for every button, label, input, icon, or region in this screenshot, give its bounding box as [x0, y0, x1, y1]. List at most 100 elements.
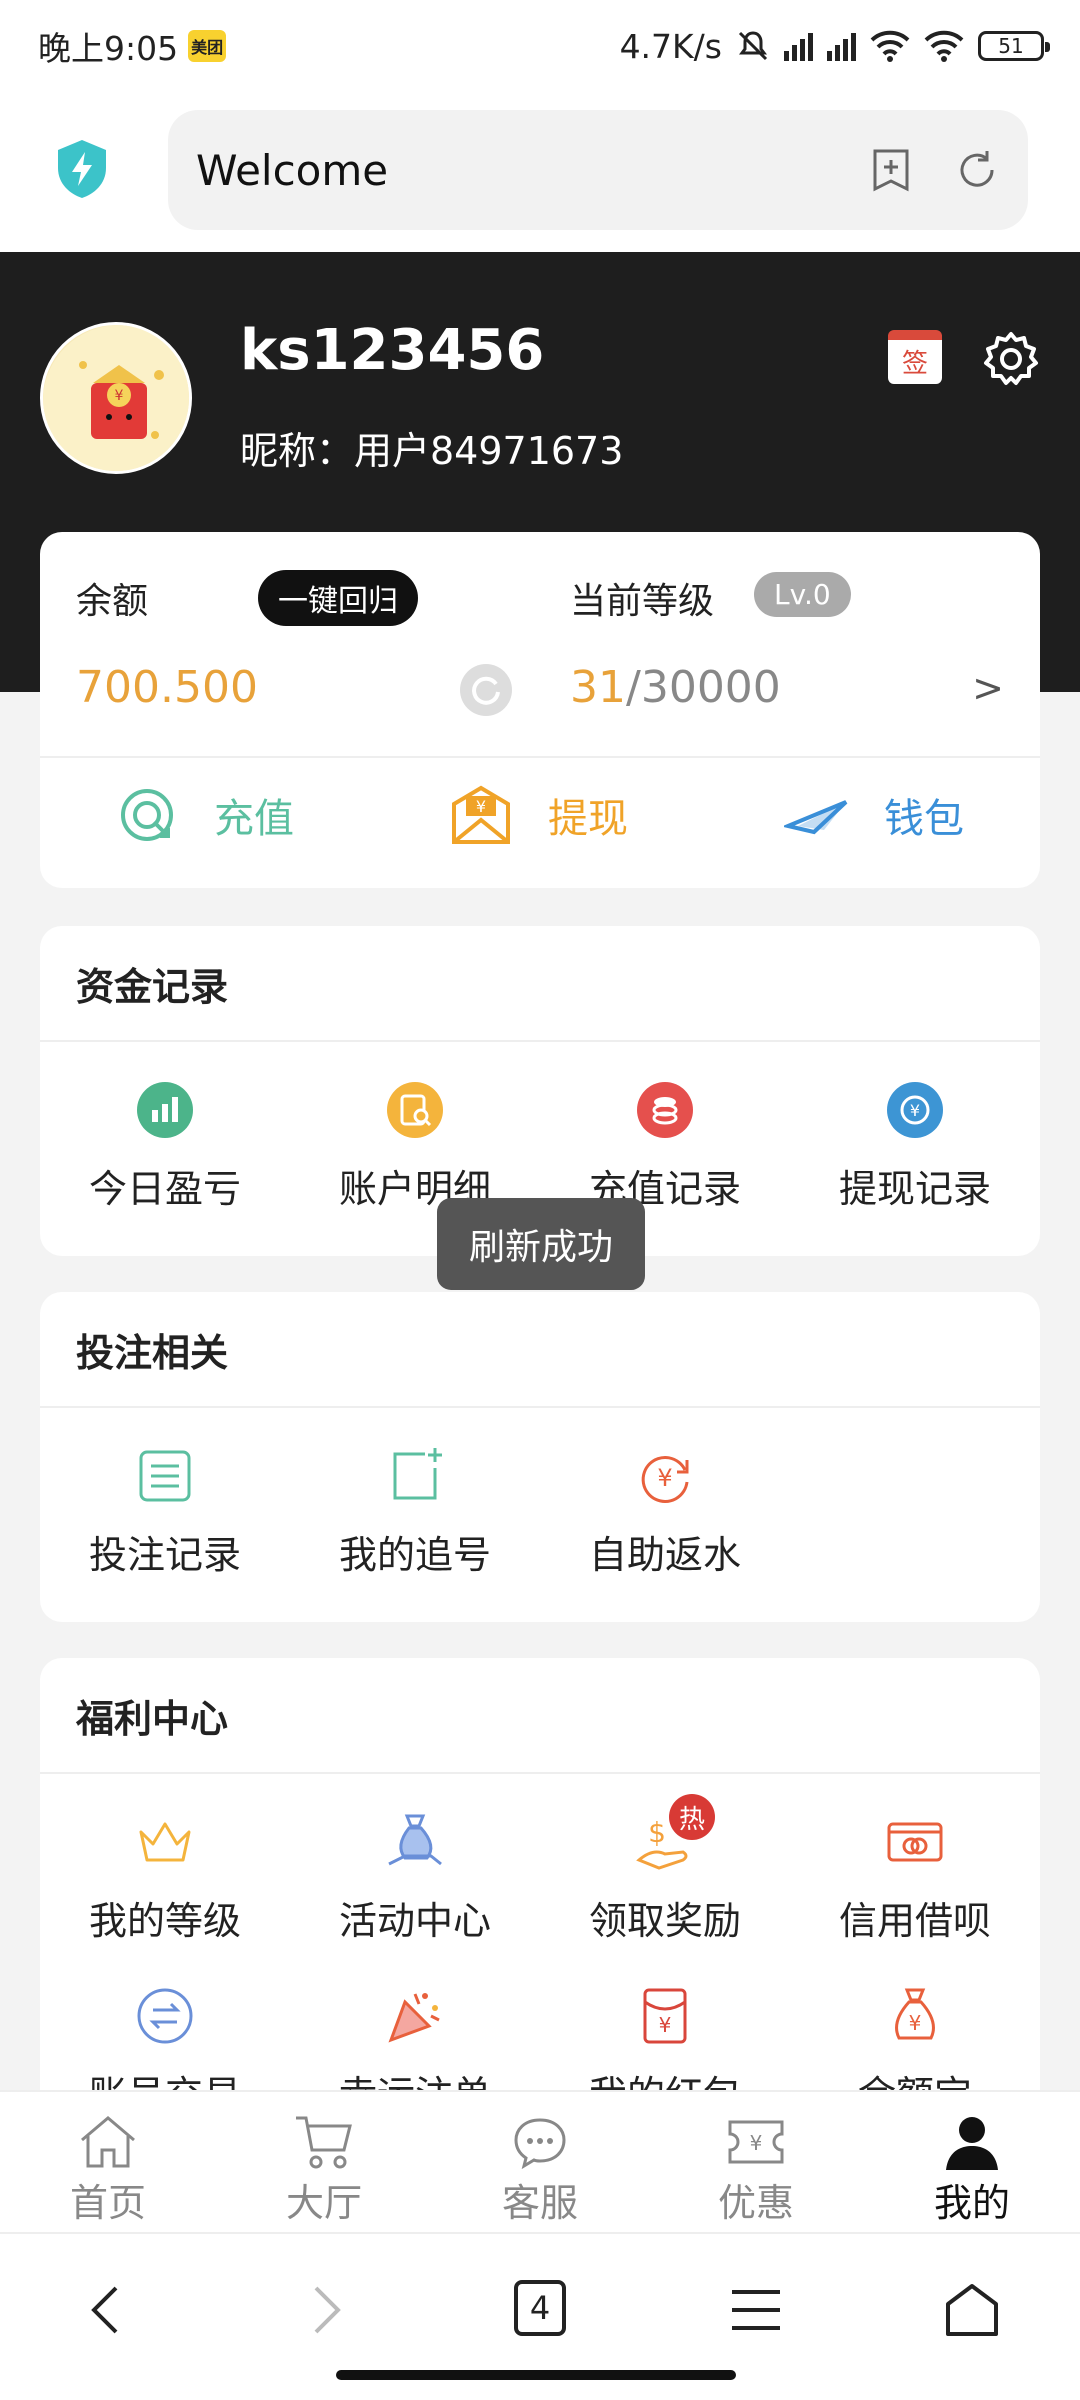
bookmark-add-icon[interactable] [868, 147, 914, 193]
browser-bar: Welcome [0, 92, 1080, 252]
activity-center-item[interactable]: 活动中心 [290, 1812, 540, 1945]
status-bar: 晚上9:05 美团 4.7K/s 51 [0, 0, 1080, 92]
withdraw-label: 提现 [548, 796, 628, 842]
coupon-icon: ¥ [728, 2120, 784, 2164]
today-profit-item[interactable]: 今日盈亏 [40, 1080, 290, 1213]
user-icon [946, 2117, 998, 2170]
nav-promotions[interactable]: ¥ 优惠 [648, 2092, 864, 2232]
sign-in-calendar-button[interactable]: 签 [888, 330, 942, 384]
crown-icon [135, 1812, 195, 1872]
paper-plane-icon [784, 800, 848, 835]
nav-label: 优惠 [717, 2181, 794, 2225]
yuan-exchange-icon: ¥ [885, 1080, 945, 1140]
svg-text:¥: ¥ [115, 388, 124, 404]
my-chase-item[interactable]: 我的追号 [290, 1446, 540, 1579]
svg-text:¥: ¥ [476, 797, 486, 816]
browser-back[interactable] [0, 2280, 216, 2340]
my-level-item[interactable]: 我的等级 [40, 1812, 290, 1945]
level-detail-arrow[interactable]: > [972, 666, 1004, 710]
one-click-return-button[interactable]: 一键回归 [258, 570, 418, 626]
withdraw-records-item[interactable]: ¥ 提现记录 [790, 1080, 1040, 1213]
wifi-1-icon [870, 30, 910, 62]
svg-text:¥: ¥ [910, 1101, 920, 1120]
section-title: 投注相关 [76, 1331, 229, 1375]
welfare-section: 福利中心 我的等级 活动中心 $ 热 领取奖励 信用借呗 账号交易 幸运注单 ¥… [40, 1658, 1040, 2118]
gear-icon[interactable] [982, 330, 1040, 388]
chat-icon [514, 2118, 566, 2170]
reload-icon[interactable] [954, 147, 1000, 193]
wifi-2-icon [924, 30, 964, 62]
level-badge: Lv.0 [754, 572, 851, 617]
red-envelope-icon: ¥ [635, 1986, 695, 2046]
level-current: 31 [570, 662, 626, 713]
account-details-item[interactable]: 账户明细 [290, 1080, 540, 1213]
credit-loan-item[interactable]: 信用借呗 [790, 1812, 1040, 1945]
level-label: 当前等级 [570, 581, 715, 622]
signal-2-icon [827, 31, 856, 61]
item-label: 今日盈亏 [88, 1167, 241, 1211]
svg-text:$: $ [648, 1816, 666, 1849]
status-time-group: 晚上9:05 美团 [38, 22, 227, 70]
item-label: 自助返水 [588, 1533, 741, 1577]
nav-home[interactable]: 首页 [0, 2092, 216, 2232]
red-envelope-avatar-icon: ¥ [43, 325, 189, 471]
balance-card: 余额 一键回归 当前等级 Lv.0 700.500 31/30000 > 充值 … [40, 532, 1040, 888]
bet-records-item[interactable]: 投注记录 [40, 1446, 290, 1579]
list-icon [135, 1446, 195, 1506]
balance-label: 余额 [76, 581, 149, 622]
shield-bolt-icon[interactable] [54, 138, 110, 200]
money-bag-icon: ¥ [885, 1986, 945, 2046]
recharge-button[interactable]: 充值 [114, 782, 294, 848]
withdraw-envelope-icon: ¥ [452, 785, 510, 844]
claim-reward-item[interactable]: $ 热 领取奖励 [540, 1794, 790, 1945]
nav-mine[interactable]: 我的 [864, 2092, 1080, 2232]
svg-text:¥: ¥ [909, 2011, 922, 2035]
balance-value: 700.500 [76, 662, 258, 713]
url-box[interactable]: Welcome [168, 110, 1028, 230]
home-icon [81, 2116, 135, 2168]
item-label: 信用借呗 [838, 1899, 991, 1943]
browser-menu[interactable] [648, 2280, 864, 2340]
section-divider [40, 1772, 1040, 1774]
browser-tabs[interactable]: 4 [432, 2280, 648, 2336]
self-rebate-item[interactable]: ¥ 自助返水 [540, 1446, 790, 1579]
recharge-records-item[interactable]: 充值记录 [540, 1080, 790, 1213]
browser-home[interactable] [864, 2280, 1080, 2340]
bottom-nav: 首页 大厅 客服 ¥ 优惠 我的 [0, 2090, 1080, 2232]
mute-icon [738, 31, 768, 61]
hot-badge: 热 [669, 1794, 715, 1840]
gesture-home-bar[interactable] [336, 2370, 736, 2380]
battery-icon: 51 [978, 31, 1050, 61]
browser-forward[interactable] [216, 2280, 432, 2340]
refresh-balance-icon[interactable] [460, 664, 512, 716]
avatar[interactable]: ¥ [40, 322, 192, 474]
page-title: Welcome [196, 145, 389, 195]
withdraw-button[interactable]: ¥ 提现 [448, 782, 628, 848]
chevron-left-icon [91, 2286, 118, 2334]
username: ks123456 [240, 318, 545, 383]
status-time: 晚上9:05 [38, 29, 179, 68]
reward-hand-icon: $ 热 [635, 1794, 715, 1872]
section-divider [40, 1040, 1040, 1042]
item-label: 投注记录 [88, 1533, 241, 1577]
nickname: 昵称：用户84971673 [240, 429, 624, 473]
section-divider [40, 1406, 1040, 1408]
search-document-icon [385, 1080, 445, 1140]
recharge-label: 充值 [214, 796, 294, 842]
item-label: 我的等级 [88, 1899, 241, 1943]
toast-message: 刷新成功 [437, 1198, 645, 1290]
chevron-right-icon [314, 2286, 341, 2334]
url-actions [868, 147, 1000, 193]
nav-lobby[interactable]: 大厅 [216, 2092, 432, 2232]
wallet-button[interactable]: 钱包 [784, 782, 964, 848]
nav-label: 客服 [501, 2181, 578, 2225]
nav-label: 首页 [69, 2181, 146, 2225]
svg-text:¥: ¥ [657, 1464, 672, 1492]
status-right: 4.7K/s 51 [619, 26, 1050, 66]
network-speed: 4.7K/s [619, 26, 722, 66]
item-label: 领取奖励 [588, 1899, 741, 1943]
bar-chart-icon [135, 1080, 195, 1140]
nav-service[interactable]: 客服 [432, 2092, 648, 2232]
meituan-badge: 美团 [188, 30, 227, 62]
home-outline-icon [946, 2284, 998, 2336]
